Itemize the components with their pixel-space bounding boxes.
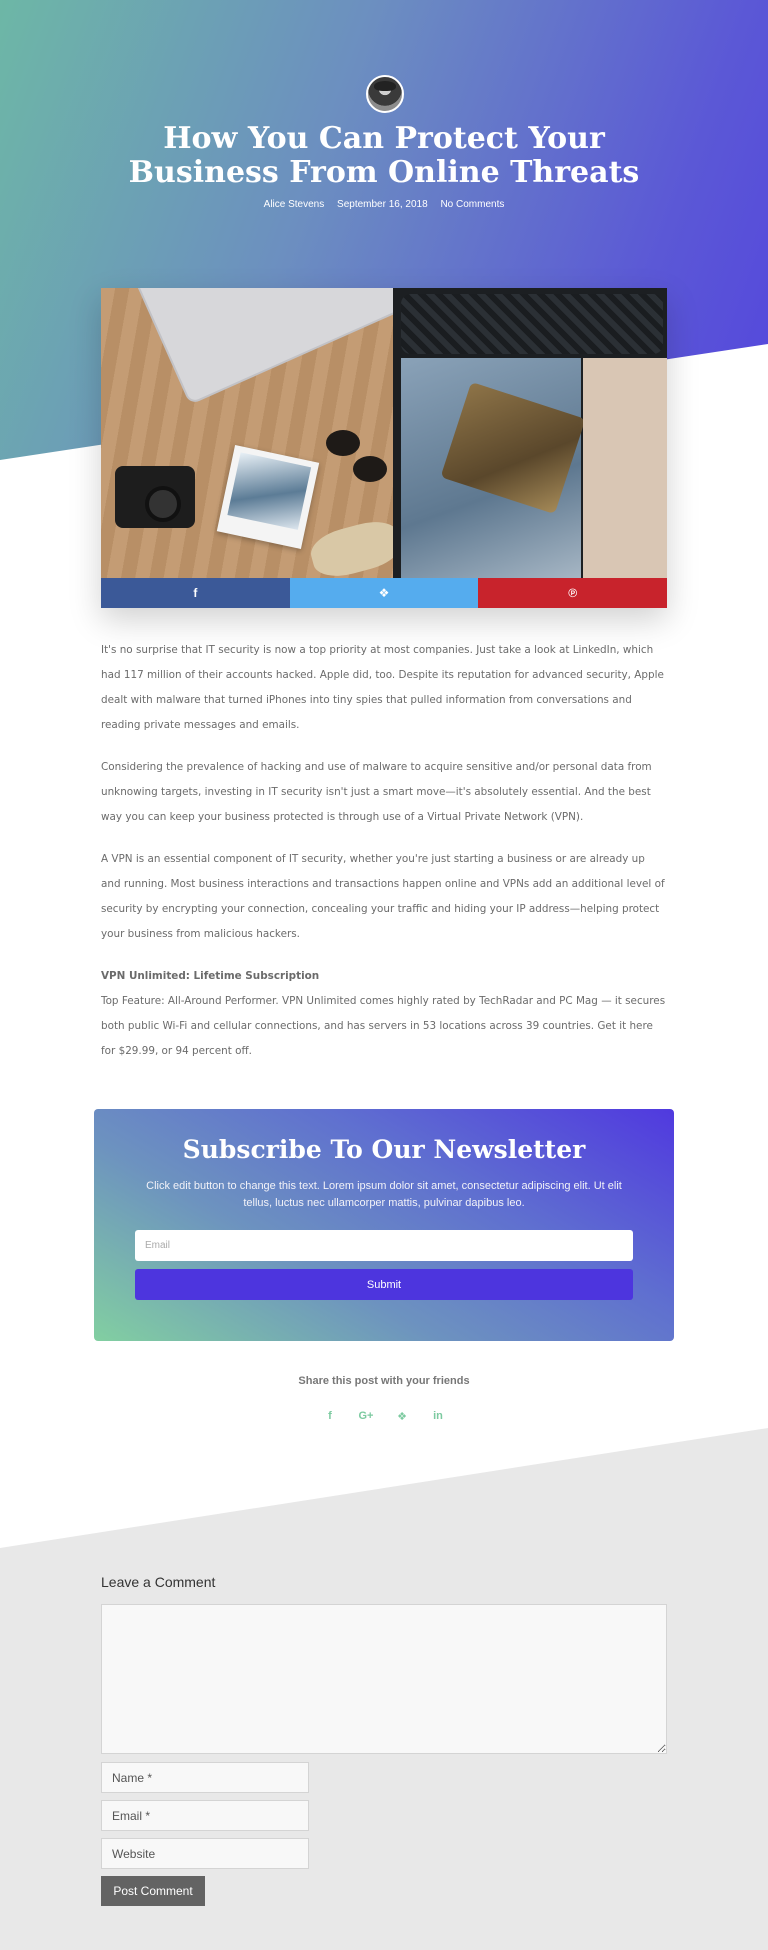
post-comment-button[interactable]: Post Comment	[101, 1876, 205, 1906]
newsletter-box: Subscribe To Our Newsletter Click edit b…	[94, 1109, 674, 1341]
email-field[interactable]	[101, 1800, 309, 1831]
facebook-icon[interactable]: f	[318, 1410, 342, 1423]
twitter-icon: ❖	[378, 586, 390, 600]
share-bar: f ❖ ℗	[101, 578, 668, 608]
post-content: It's no surprise that IT security is now…	[101, 638, 667, 1081]
avatar-hat	[374, 81, 396, 91]
post-comments-count[interactable]: No Comments	[440, 199, 504, 210]
newsletter-text: Click edit button to change this text. L…	[146, 1180, 622, 1209]
facebook-icon: f	[193, 586, 198, 600]
photo-print-shape	[216, 445, 320, 549]
post-date[interactable]: September 16, 2018	[337, 199, 428, 210]
comment-textarea[interactable]	[101, 1604, 667, 1754]
featured-image-card: f ❖ ℗	[101, 288, 668, 608]
twitter-icon[interactable]: ❖	[390, 1410, 414, 1423]
paragraph: Top Feature: All-Around Performer. VPN U…	[101, 995, 666, 1057]
camera-lens	[145, 486, 181, 522]
camera-shape	[115, 466, 195, 528]
pinterest-icon: ℗	[568, 586, 578, 600]
comment-form-title: Leave a Comment	[101, 1574, 216, 1590]
featured-image	[101, 288, 667, 578]
newsletter-email-input[interactable]	[135, 1230, 633, 1261]
post-title: How You Can Protect Your Business From O…	[128, 121, 640, 190]
paragraph: Considering the prevalence of hacking an…	[101, 761, 652, 823]
paragraph: It's no surprise that IT security is now…	[101, 644, 664, 731]
suitcase-net	[401, 294, 663, 354]
share-title: Share this post with your friends	[298, 1375, 470, 1387]
author-avatar[interactable]	[366, 75, 404, 113]
post-meta: Alice Stevens September 16, 2018 No Comm…	[0, 199, 768, 210]
twitter-share-button[interactable]: ❖	[289, 578, 479, 608]
linkedin-icon[interactable]: in	[426, 1410, 450, 1423]
photo-print-image	[227, 452, 312, 530]
newsletter-submit-button[interactable]: Submit	[135, 1269, 633, 1300]
paragraph: A VPN is an essential component of IT se…	[101, 853, 665, 940]
post-author[interactable]: Alice Stevens	[264, 199, 325, 210]
sunglasses-shape	[353, 456, 387, 482]
fabric-shape	[583, 358, 667, 578]
pinterest-share-button[interactable]: ℗	[478, 578, 668, 608]
suitcase-shape	[393, 288, 667, 578]
product-heading: VPN Unlimited: Lifetime Subscription	[101, 970, 320, 982]
google-plus-icon[interactable]: G+	[354, 1410, 378, 1423]
newsletter-title: Subscribe To Our Newsletter	[182, 1135, 586, 1164]
facebook-share-button[interactable]: f	[101, 578, 290, 608]
sunglasses-shape	[326, 430, 360, 456]
website-field[interactable]	[101, 1838, 309, 1869]
name-field[interactable]	[101, 1762, 309, 1793]
social-share-row: f G+ ❖ in	[318, 1410, 450, 1423]
